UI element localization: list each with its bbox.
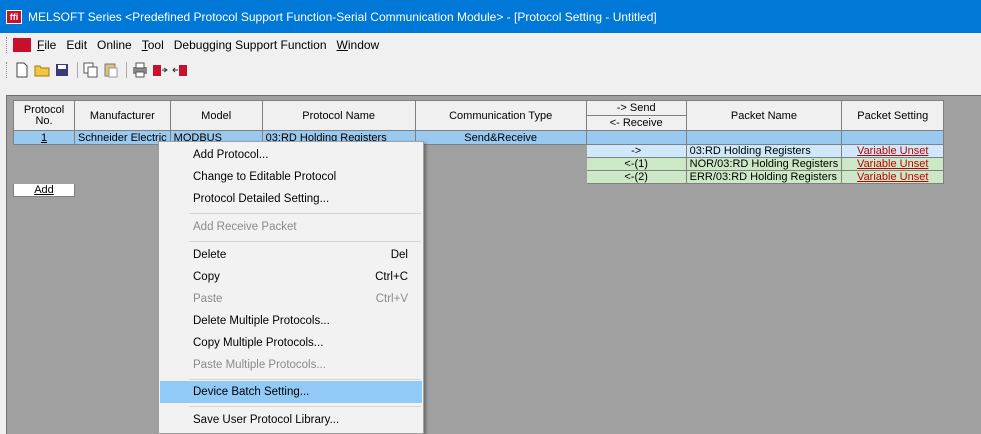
menu-item-save-user-protocol-library[interactable]: Save User Protocol Library...	[160, 409, 422, 431]
menu-item-protocol-detailed-setting[interactable]: Protocol Detailed Setting...	[160, 188, 422, 210]
cell-packet-name[interactable]	[685, 130, 843, 145]
menu-debugging-support-function[interactable]: Debugging Support Function	[174, 38, 327, 52]
col-receive[interactable]: <- Receive	[585, 115, 687, 131]
melsoft-app-icon[interactable]: ffi	[6, 9, 22, 24]
protocol-table: Protocol No. Manufacturer Model Protocol…	[13, 100, 945, 197]
menu-item-change-to-editable-protocol[interactable]: Change to Editable Protocol	[160, 166, 422, 188]
menu-file[interactable]: File	[37, 38, 56, 52]
col-packet-setting[interactable]: Packet Setting	[841, 100, 945, 131]
variable-unset-link[interactable]: Variable Unset	[841, 170, 945, 184]
menubar-grip[interactable]	[6, 37, 9, 53]
variable-unset-link[interactable]: Variable Unset	[841, 144, 945, 158]
menu-online[interactable]: Online	[97, 38, 132, 52]
save-icon[interactable]	[53, 61, 71, 79]
toolbar-grip[interactable]	[6, 62, 9, 78]
col-model[interactable]: Model	[169, 100, 263, 131]
write-to-module-icon[interactable]	[151, 61, 169, 79]
cell-communication-type[interactable]: Send&Receive	[414, 130, 587, 145]
table-row[interactable]: 1 Schneider Electric MODBUS 03:RD Holdin…	[13, 130, 945, 145]
cell-protocol-no[interactable]: 1	[13, 130, 75, 145]
col-manufacturer[interactable]: Manufacturer	[74, 100, 171, 131]
add-row[interactable]: Add	[13, 183, 945, 197]
table-row[interactable]: <-(2) ERR/03:RD Holding Registers Variab…	[13, 170, 945, 184]
read-from-module-icon[interactable]	[171, 61, 189, 79]
table-header-row: Protocol No. Manufacturer Model Protocol…	[13, 100, 945, 131]
menu-separator	[189, 213, 421, 214]
cell-direction[interactable]: ->	[585, 144, 687, 158]
menu-item-copy-multiple-protocols[interactable]: Copy Multiple Protocols...	[160, 332, 422, 354]
menu-item-add-protocol[interactable]: Add Protocol...	[160, 144, 422, 166]
menu-item-copy[interactable]: Copy Ctrl+C	[160, 266, 422, 288]
variable-unset-link[interactable]: Variable Unset	[841, 157, 945, 171]
menu-item-delete[interactable]: Delete Del	[160, 244, 422, 266]
cell-manufacturer[interactable]: Schneider Electric	[74, 130, 171, 145]
child-window-icon[interactable]	[13, 38, 31, 52]
menu-bar: File Edit Online Tool Debugging Support …	[0, 33, 981, 57]
menu-item-device-batch-setting[interactable]: Device Batch Setting...	[160, 381, 422, 403]
title-bar: ffi MELSOFT Series <Predefined Protocol …	[0, 0, 981, 33]
cell-direction[interactable]: <-(1)	[585, 157, 687, 171]
col-send[interactable]: -> Send	[585, 100, 687, 116]
menu-window[interactable]: Window	[337, 38, 380, 52]
cell-packet-name[interactable]: ERR/03:RD Holding Registers	[685, 170, 843, 184]
menu-item-paste-multiple-protocols[interactable]: Paste Multiple Protocols...	[160, 354, 422, 376]
menu-separator	[189, 241, 421, 242]
col-protocol-no[interactable]: Protocol No.	[13, 100, 75, 131]
copy-icon[interactable]	[82, 61, 100, 79]
col-communication-type[interactable]: Communication Type	[414, 100, 587, 131]
cell-packet-name[interactable]: NOR/03:RD Holding Registers	[685, 157, 843, 171]
menu-edit[interactable]: Edit	[66, 38, 87, 52]
new-file-icon[interactable]	[13, 61, 31, 79]
menu-tool[interactable]: Tool	[142, 38, 164, 52]
menu-item-add-receive-packet[interactable]: Add Receive Packet	[160, 216, 422, 238]
print-icon[interactable]	[131, 61, 149, 79]
context-menu: Add Protocol... Change to Editable Proto…	[158, 141, 424, 434]
table-row[interactable]: <-(1) NOR/03:RD Holding Registers Variab…	[13, 157, 945, 171]
toolbar	[0, 58, 981, 82]
toolbar-separator	[126, 62, 127, 78]
col-protocol-name[interactable]: Protocol Name	[261, 100, 416, 131]
toolbar-separator	[77, 62, 78, 78]
window-title: MELSOFT Series <Predefined Protocol Supp…	[28, 9, 657, 24]
menu-item-paste[interactable]: Paste Ctrl+V	[160, 288, 422, 310]
menu-separator	[189, 406, 421, 407]
cell-packet-name[interactable]: 03:RD Holding Registers	[685, 144, 843, 158]
cell-direction[interactable]	[585, 130, 687, 145]
paste-icon[interactable]	[102, 61, 120, 79]
menu-separator	[189, 379, 421, 380]
cell-packet-setting[interactable]	[841, 130, 945, 145]
col-packet-name[interactable]: Packet Name	[685, 100, 843, 131]
open-folder-icon[interactable]	[33, 61, 51, 79]
menu-item-delete-multiple-protocols[interactable]: Delete Multiple Protocols...	[160, 310, 422, 332]
cell-direction[interactable]: <-(2)	[585, 170, 687, 184]
add-protocol-link[interactable]: Add	[13, 183, 75, 197]
table-row[interactable]: -> 03:RD Holding Registers Variable Unse…	[13, 144, 945, 158]
